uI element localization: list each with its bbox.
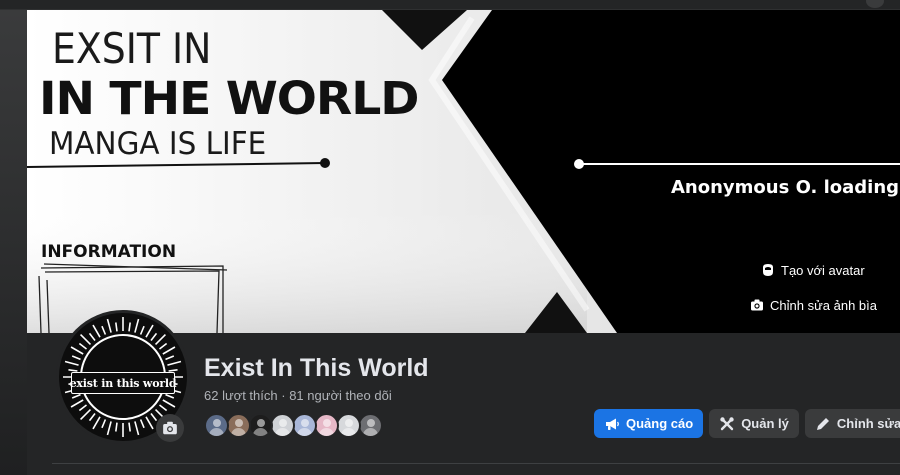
- cover-info-label: INFORMATION: [41, 242, 177, 262]
- create-with-avatar-button[interactable]: Tạo với avatar: [761, 263, 865, 278]
- edit-cover-photo-button[interactable]: Chỉnh sửa ảnh bìa: [750, 298, 877, 313]
- cover-title-line1: EXSIT IN: [52, 24, 212, 73]
- follower-avatar[interactable]: [358, 413, 383, 438]
- cover-tagline: Anonymous O. loading: [671, 177, 900, 198]
- advertise-button[interactable]: Quảng cáo: [594, 409, 704, 438]
- follower-avatar[interactable]: [314, 413, 339, 438]
- follower-avatar[interactable]: [292, 413, 317, 438]
- follower-avatar[interactable]: [336, 413, 361, 438]
- page-title: Exist In This World: [204, 354, 429, 382]
- pencil-icon: [816, 417, 829, 430]
- camera-icon: [750, 299, 764, 313]
- cover-title-line2: IN THE WORLD: [39, 72, 420, 125]
- tools-icon: [720, 416, 734, 430]
- cover-photo: EXSIT IN IN THE WORLD MANGA IS LIFE INFO…: [27, 10, 900, 333]
- follower-avatar[interactable]: [270, 413, 295, 438]
- cover-title-line3: MANGA IS LIFE: [49, 126, 267, 162]
- likes-count[interactable]: 62 lượt thích: [204, 388, 278, 403]
- change-profile-photo-button[interactable]: [156, 414, 184, 442]
- left-gutter: [0, 10, 27, 475]
- edit-page-label: Chỉnh sửa: [836, 416, 900, 431]
- manage-label: Quản lý: [741, 416, 789, 431]
- stats-separator: ·: [281, 388, 286, 403]
- header-divider: [52, 463, 900, 464]
- follower-avatar[interactable]: [226, 413, 251, 438]
- advertise-label: Quảng cáo: [626, 416, 694, 431]
- top-bar: [0, 0, 900, 10]
- follower-avatar-list: [204, 413, 383, 438]
- manage-button[interactable]: Quản lý: [709, 409, 799, 438]
- megaphone-icon: [606, 418, 619, 430]
- edit-cover-photo-label: Chỉnh sửa ảnh bìa: [770, 298, 877, 313]
- profile-logo-text: exist in this world: [70, 372, 177, 394]
- page-stats: 62 lượt thích · 81 người theo dõi: [204, 388, 392, 403]
- top-bar-avatar[interactable]: [866, 0, 884, 8]
- followers-count[interactable]: 81 người theo dõi: [289, 388, 392, 403]
- edit-page-button[interactable]: Chỉnh sửa: [804, 409, 900, 438]
- avatar-icon: [761, 264, 775, 278]
- follower-avatar[interactable]: [204, 413, 229, 438]
- camera-icon: [163, 421, 177, 435]
- page-actions: Quảng cáo Quản lý Chỉnh sửa: [594, 409, 900, 438]
- follower-avatar[interactable]: [248, 413, 273, 438]
- create-with-avatar-label: Tạo với avatar: [781, 263, 865, 278]
